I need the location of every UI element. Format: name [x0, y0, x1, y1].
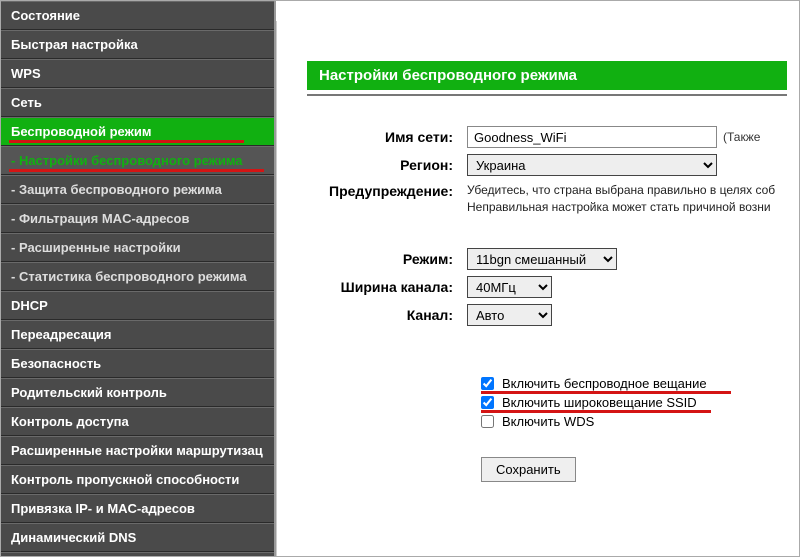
sidebar-item-wireless-settings[interactable]: - Настройки беспроводного режима — [1, 146, 274, 175]
cb-ssid-label: Включить широковещание SSID — [502, 395, 697, 410]
chwidth-label: Ширина канала: — [307, 279, 467, 295]
row-mode: Режим: 11bgn смешанный — [307, 248, 799, 270]
sidebar-item-ip-mac-binding[interactable]: Привязка IP- и MAC-адресов — [1, 494, 274, 523]
sidebar-item-security[interactable]: Безопасность — [1, 349, 274, 378]
main-content: Настройки беспроводного режима Имя сети:… — [276, 1, 799, 556]
sidebar-item-quick-setup[interactable]: Быстрая настройка — [1, 30, 274, 59]
sidebar-item-system-tools[interactable]: Системные инструменты — [1, 552, 274, 556]
sidebar-item-wireless-advanced[interactable]: - Расширенные настройки — [1, 233, 274, 262]
highlight-underline-2 — [481, 410, 711, 413]
sidebar-item-access-control[interactable]: Контроль доступа — [1, 407, 274, 436]
title-divider — [307, 94, 787, 96]
highlight-underline-1 — [481, 391, 731, 394]
region-label: Регион: — [307, 157, 467, 173]
app-window: Состояние Быстрая настройка WPS Сеть Бес… — [0, 0, 800, 557]
cb-wireless-label: Включить беспроводное вещание — [502, 376, 707, 391]
warning-text-1: Убедитесь, что страна выбрана правильно … — [467, 182, 787, 199]
sidebar: Состояние Быстрая настройка WPS Сеть Бес… — [1, 1, 276, 556]
sidebar-item-forwarding[interactable]: Переадресация — [1, 320, 274, 349]
save-button[interactable]: Сохранить — [481, 457, 576, 482]
ssid-label: Имя сети: — [307, 129, 467, 145]
sidebar-item-wireless-security[interactable]: - Защита беспроводного режима — [1, 175, 274, 204]
cb-ssid-broadcast[interactable] — [481, 396, 494, 409]
sidebar-item-mac-filter[interactable]: - Фильтрация MAC-адресов — [1, 204, 274, 233]
sidebar-item-status[interactable]: Состояние — [1, 1, 274, 30]
row-cb-wireless: Включить беспроводное вещание — [481, 376, 799, 391]
sidebar-item-parental[interactable]: Родительский контроль — [1, 378, 274, 407]
region-select[interactable]: Украина — [467, 154, 717, 176]
row-chwidth: Ширина канала: 40МГц — [307, 276, 799, 298]
page-title: Настройки беспроводного режима — [307, 61, 787, 90]
chwidth-select[interactable]: 40МГц — [467, 276, 552, 298]
mode-select[interactable]: 11bgn смешанный — [467, 248, 617, 270]
sidebar-item-bandwidth[interactable]: Контроль пропускной способности — [1, 465, 274, 494]
sidebar-item-ddns[interactable]: Динамический DNS — [1, 523, 274, 552]
ssid-input[interactable] — [467, 126, 717, 148]
warning-label: Предупреждение: — [307, 182, 467, 199]
sidebar-item-routing[interactable]: Расширенные настройки маршрутизац — [1, 436, 274, 465]
cb-wireless[interactable] — [481, 377, 494, 390]
row-channel: Канал: Авто — [307, 304, 799, 326]
sidebar-item-wps[interactable]: WPS — [1, 59, 274, 88]
row-ssid: Имя сети: (Также — [307, 126, 799, 148]
sidebar-item-network[interactable]: Сеть — [1, 88, 274, 117]
cb-wds[interactable] — [481, 415, 494, 428]
sidebar-item-wireless[interactable]: Беспроводной режим — [1, 117, 274, 146]
warning-text-2: Неправильная настройка может стать причи… — [467, 199, 787, 216]
row-region: Регион: Украина — [307, 154, 799, 176]
channel-select[interactable]: Авто — [467, 304, 552, 326]
row-cb-wds: Включить WDS — [481, 414, 799, 429]
ssid-hint: (Также — [723, 130, 760, 144]
channel-label: Канал: — [307, 307, 467, 323]
row-cb-ssid: Включить широковещание SSID — [481, 395, 799, 410]
row-warning: Предупреждение: Убедитесь, что страна вы… — [307, 182, 799, 216]
cb-wds-label: Включить WDS — [502, 414, 594, 429]
sidebar-item-wireless-stats[interactable]: - Статистика беспроводного режима — [1, 262, 274, 291]
sidebar-item-dhcp[interactable]: DHCP — [1, 291, 274, 320]
mode-label: Режим: — [307, 251, 467, 267]
